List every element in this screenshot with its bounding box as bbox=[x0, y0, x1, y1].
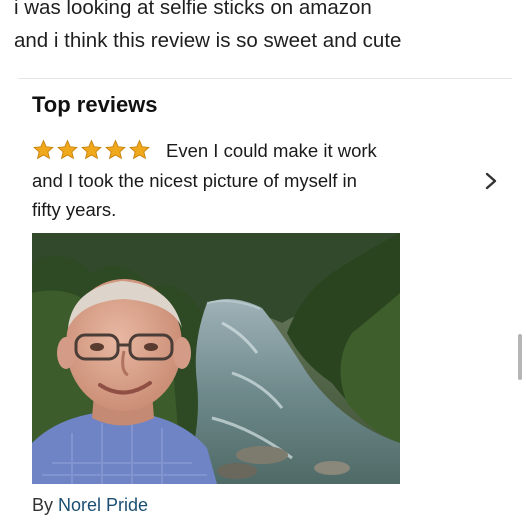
author-name-link[interactable]: Norel Pride bbox=[58, 495, 148, 515]
review-line-2: and I took the nicest picture of myself … bbox=[32, 169, 357, 191]
chevron-right-icon[interactable] bbox=[480, 170, 502, 192]
review-headline: Even I could make it work bbox=[166, 140, 377, 161]
scrollbar[interactable] bbox=[518, 334, 522, 380]
author-prefix: By bbox=[32, 495, 54, 515]
review-line-3: fifty years. bbox=[32, 199, 117, 220]
review-body[interactable]: Even I could make it work and I took the… bbox=[32, 136, 472, 225]
review-author: By Norel Pride bbox=[32, 495, 148, 516]
review-photo[interactable] bbox=[32, 233, 400, 484]
caption-line-1: i was looking at selfie sticks on amazon bbox=[14, 0, 372, 19]
caption-line-2: and i think this review is so sweet and … bbox=[14, 29, 402, 52]
top-reviews-heading: Top reviews bbox=[32, 92, 158, 117]
post-caption: i was looking at selfie sticks on amazon… bbox=[14, 0, 519, 57]
